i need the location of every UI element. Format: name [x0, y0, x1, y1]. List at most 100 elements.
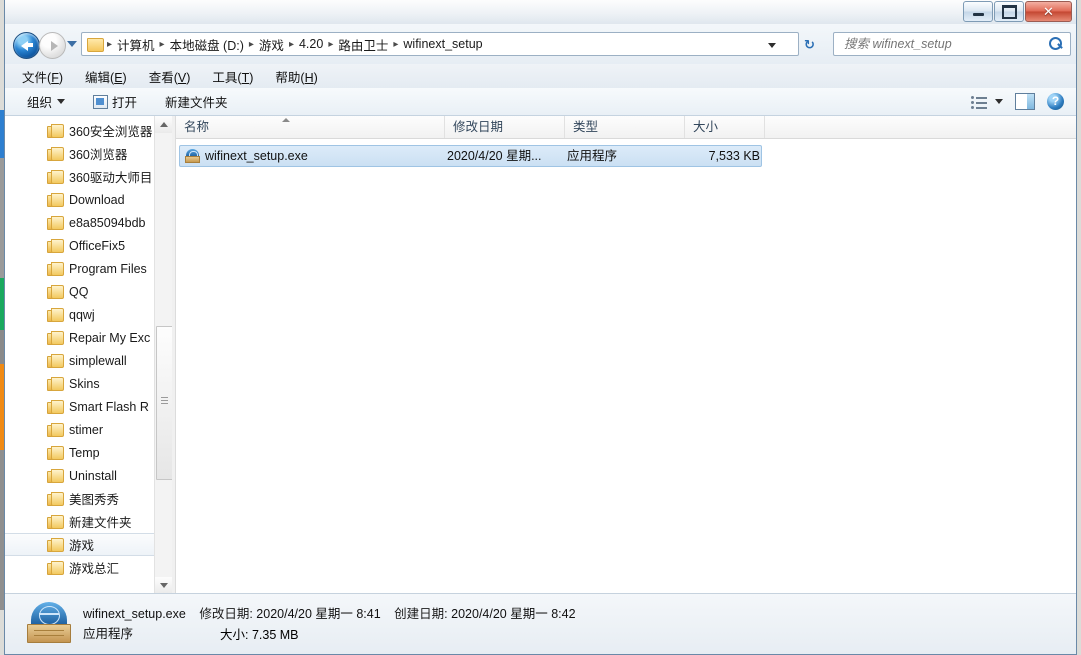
details-created-label: 创建日期:	[394, 607, 448, 621]
folder-icon	[47, 515, 64, 529]
folder-icon	[47, 170, 64, 184]
title-bar: ✕	[5, 0, 1076, 24]
maximize-button[interactable]	[994, 1, 1024, 22]
sidebar-item-17[interactable]: 新建文件夹	[5, 510, 172, 533]
scroll-up-button[interactable]	[155, 116, 172, 133]
breadcrumb-item-4[interactable]: 路由卫士	[335, 35, 391, 54]
application-icon-large	[27, 602, 71, 644]
folder-icon	[47, 400, 64, 414]
folder-icon	[47, 147, 64, 161]
breadcrumb-separator: ▸	[107, 38, 113, 50]
address-dropdown-icon[interactable]	[768, 43, 776, 48]
folder-icon	[47, 262, 64, 276]
help-icon[interactable]: ?	[1047, 93, 1064, 110]
table-row[interactable]: wifinext_setup.exe 2020/4/20 星期... 应用程序 …	[179, 145, 762, 167]
search-box[interactable]	[833, 32, 1071, 56]
folder-icon	[47, 492, 64, 506]
sidebar-item-15[interactable]: Uninstall	[5, 464, 172, 487]
sidebar-item-6[interactable]: Program Files	[5, 257, 172, 280]
sidebar-item-16[interactable]: 美图秀秀	[5, 487, 172, 510]
sidebar-item-19[interactable]: 游戏总汇	[5, 556, 172, 579]
scrollbar-thumb[interactable]	[156, 326, 172, 480]
back-button[interactable]	[13, 32, 40, 59]
organize-label: 组织	[27, 96, 53, 110]
file-list-pane: 名称 修改日期 类型 大小 wifinext_setup.exe 2020/4/…	[176, 116, 1076, 594]
window-controls: ✕	[962, 1, 1072, 22]
cell-name: wifinext_setup.exe	[205, 149, 308, 163]
content-area: 360安全浏览器 360浏览器 360驱动大师目 Download e8a850…	[5, 116, 1076, 594]
breadcrumb-item-5[interactable]: wifinext_setup	[400, 37, 485, 51]
new-folder-button[interactable]: 新建文件夹	[161, 90, 232, 113]
menu-edit[interactable]: 编辑(E)	[82, 65, 130, 88]
folder-icon	[47, 239, 64, 253]
sidebar-item-18[interactable]: 游戏	[5, 533, 172, 556]
details-size-label: 大小:	[220, 628, 249, 642]
breadcrumb-item-3[interactable]: 4.20	[296, 37, 326, 51]
sidebar-item-4[interactable]: e8a85094bdb	[5, 211, 172, 234]
details-created-value: 2020/4/20 星期一 8:42	[451, 607, 576, 621]
sidebar-item-14[interactable]: Temp	[5, 441, 172, 464]
toolbar: 组织 打开 新建文件夹 ?	[5, 88, 1076, 116]
sidebar-item-7[interactable]: QQ	[5, 280, 172, 303]
column-header-size[interactable]: 大小	[685, 116, 765, 138]
sidebar-item-13[interactable]: stimer	[5, 418, 172, 441]
sidebar-item-3[interactable]: Download	[5, 188, 172, 211]
breadcrumb-item-1[interactable]: 本地磁盘 (D:)	[167, 35, 247, 54]
breadcrumb-separator: ▸	[159, 38, 165, 50]
details-line-primary: wifinext_setup.exe 修改日期: 2020/4/20 星期一 8…	[83, 603, 576, 622]
column-header-modified[interactable]: 修改日期	[445, 116, 565, 138]
scroll-down-button[interactable]	[155, 577, 172, 594]
open-label: 打开	[112, 96, 138, 110]
menu-help[interactable]: 帮助(H)	[272, 65, 320, 88]
sidebar-item-11[interactable]: Skins	[5, 372, 172, 395]
chevron-down-icon	[57, 99, 66, 104]
breadcrumb-item-0[interactable]: 计算机	[114, 35, 158, 54]
menu-view[interactable]: 查看(V)	[146, 65, 194, 88]
preview-pane-icon[interactable]	[1015, 93, 1035, 110]
search-input[interactable]	[842, 36, 1046, 52]
view-mode-icon[interactable]	[971, 95, 988, 109]
folder-icon	[47, 469, 64, 483]
breadcrumb-separator: ▸	[248, 38, 254, 50]
chevron-down-icon	[160, 583, 168, 588]
sidebar-item-0[interactable]: 360安全浏览器	[5, 119, 172, 142]
sidebar-item-2[interactable]: 360驱动大师目	[5, 165, 172, 188]
application-icon	[185, 149, 200, 163]
sidebar-item-9[interactable]: Repair My Exc	[5, 326, 172, 349]
folder-icon	[47, 331, 64, 345]
breadcrumb-separator: ▸	[393, 38, 399, 50]
open-button[interactable]: 打开	[89, 90, 141, 113]
explorer-window: ✕ ▸ 计算机 ▸ 本地磁盘 (D:) ▸ 游戏 ▸ 4.20 ▸ 路由卫士 ▸…	[4, 0, 1077, 655]
folder-icon	[47, 538, 64, 552]
refresh-button[interactable]: ↻	[804, 37, 820, 52]
address-bar[interactable]: ▸ 计算机 ▸ 本地磁盘 (D:) ▸ 游戏 ▸ 4.20 ▸ 路由卫士 ▸ w…	[81, 32, 799, 56]
details-modified-label: 修改日期:	[199, 607, 253, 621]
sidebar-item-10[interactable]: simplewall	[5, 349, 172, 372]
sidebar-item-1[interactable]: 360浏览器	[5, 142, 172, 165]
column-header-name[interactable]: 名称	[176, 116, 445, 138]
grip-lines-icon	[161, 397, 168, 398]
column-header-type[interactable]: 类型	[565, 116, 685, 138]
menu-tools[interactable]: 工具(T)	[209, 65, 256, 88]
organize-button[interactable]: 组织	[23, 90, 69, 113]
close-button[interactable]: ✕	[1025, 1, 1072, 22]
sidebar-scrollbar[interactable]	[154, 116, 172, 594]
minimize-icon	[972, 13, 984, 16]
breadcrumb-item-2[interactable]: 游戏	[256, 35, 287, 54]
view-mode-chevron-icon[interactable]	[995, 99, 1003, 104]
minimize-button[interactable]	[963, 1, 993, 22]
sidebar-item-8[interactable]: qqwj	[5, 303, 172, 326]
cell-size: 7,533 KB	[708, 149, 760, 163]
folder-icon	[47, 423, 64, 437]
folder-icon	[47, 193, 64, 207]
menu-file[interactable]: 文件(F)	[19, 65, 66, 88]
open-icon	[93, 94, 109, 109]
column-header-row: 名称 修改日期 类型 大小	[176, 116, 1076, 139]
folder-icon	[47, 354, 64, 368]
sidebar-item-12[interactable]: Smart Flash R	[5, 395, 172, 418]
folder-icon	[47, 124, 64, 138]
recent-pages-chevron-icon[interactable]	[67, 41, 77, 47]
forward-button[interactable]	[39, 32, 66, 59]
sidebar-item-5[interactable]: OfficeFix5	[5, 234, 172, 257]
folder-icon	[47, 216, 64, 230]
